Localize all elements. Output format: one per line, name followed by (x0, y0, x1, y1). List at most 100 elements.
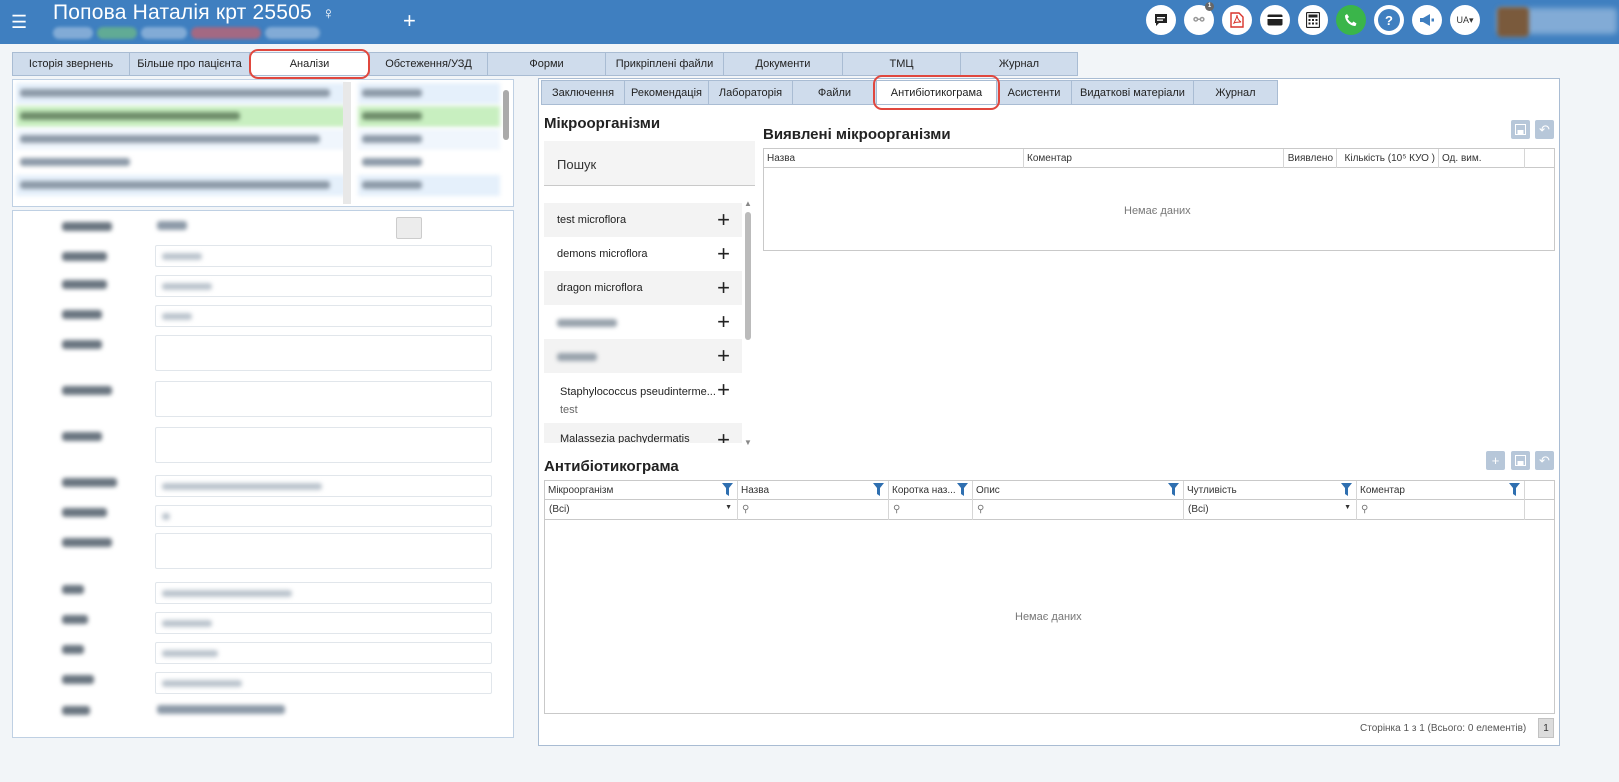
form-field[interactable] (155, 275, 492, 297)
tab-attached-files[interactable]: Прикріплені файли (605, 52, 723, 76)
save-button[interactable] (1511, 451, 1530, 470)
tab-inventory[interactable]: ТМЦ (842, 52, 960, 76)
tab-consumables[interactable]: Видаткові матеріали (1071, 80, 1193, 105)
list-item[interactable] (16, 83, 346, 104)
description-filter-input[interactable]: ⚲ (973, 500, 1184, 520)
name-filter-input[interactable]: ⚲ (738, 500, 889, 520)
tab-conclusion[interactable]: Заключення (541, 80, 624, 105)
notification-icon[interactable]: ⚯ 1 (1184, 2, 1214, 35)
filter-icon[interactable] (957, 483, 968, 496)
column-header[interactable]: Виявлено (1284, 149, 1337, 168)
form-field[interactable] (155, 245, 492, 267)
list-item-date[interactable] (358, 129, 500, 150)
avatar[interactable] (1497, 7, 1529, 37)
list-item[interactable] (16, 175, 346, 196)
print-button[interactable] (396, 217, 422, 239)
filter-icon[interactable] (873, 483, 884, 496)
list-item[interactable]: Malassezia pachydermatis + (544, 423, 742, 443)
list-item[interactable]: Staphylococcus pseudinterme... test + (544, 373, 742, 423)
list-item[interactable] (16, 129, 346, 150)
sensitivity-filter-select[interactable]: (Всі) ▼ (1184, 500, 1357, 520)
form-textarea[interactable] (155, 427, 492, 463)
column-header[interactable]: Коментар (1024, 149, 1284, 168)
form-field[interactable] (155, 505, 492, 527)
column-header[interactable]: Од. вим. (1439, 149, 1525, 168)
tab-journal[interactable]: Журнал (960, 52, 1078, 76)
list-item-date[interactable] (358, 106, 500, 127)
chat-icon[interactable] (1146, 5, 1176, 35)
column-header[interactable]: Опис (973, 481, 1184, 500)
add-icon[interactable]: + (717, 343, 730, 369)
tab-recommendation[interactable]: Рекомендація (624, 80, 708, 105)
form-field[interactable] (155, 582, 492, 604)
comment-filter-input[interactable]: ⚲ (1357, 500, 1525, 520)
scrollbar[interactable] (745, 212, 751, 340)
tab-assistants[interactable]: Асистенти (996, 80, 1071, 105)
form-field[interactable] (155, 672, 492, 694)
search-input[interactable]: Пошук (544, 141, 755, 186)
column-header[interactable]: Кількість (10⁵ КУО ) (1337, 149, 1439, 168)
add-icon[interactable]: + (717, 241, 730, 267)
form-textarea[interactable] (155, 533, 492, 569)
tab-antibiogram[interactable]: Антибіотикограма (876, 80, 996, 105)
scroll-up-icon[interactable]: ▲ (744, 199, 752, 208)
save-button[interactable] (1511, 120, 1530, 139)
scrollbar[interactable] (503, 90, 509, 140)
undo-button[interactable]: ↶ (1535, 120, 1554, 139)
filter-icon[interactable] (1341, 483, 1352, 496)
help-icon[interactable]: ? (1374, 5, 1404, 35)
tab-documents[interactable]: Документи (723, 52, 842, 76)
card-icon[interactable] (1260, 5, 1290, 35)
list-item-date[interactable] (358, 83, 500, 104)
filter-icon[interactable] (722, 483, 733, 496)
form-field[interactable] (155, 305, 492, 327)
tab-forms[interactable]: Форми (487, 52, 605, 76)
add-icon[interactable]: + (717, 377, 730, 403)
column-header[interactable]: Назва (738, 481, 889, 500)
form-textarea[interactable] (155, 335, 492, 371)
tab-patient-more[interactable]: Більше про пацієнта (129, 52, 249, 76)
filter-icon[interactable] (1509, 483, 1520, 496)
add-icon[interactable]: + (717, 427, 730, 443)
tab-examinations[interactable]: Обстеження/УЗД (369, 52, 487, 76)
add-icon[interactable]: + (717, 207, 730, 233)
add-tab-button[interactable]: + (403, 8, 416, 34)
add-icon[interactable]: + (717, 275, 730, 301)
column-header[interactable]: Коментар (1357, 481, 1525, 500)
list-item-date[interactable] (358, 152, 500, 173)
tab-laboratory[interactable]: Лабораторія (708, 80, 792, 105)
column-header[interactable]: Чутливість (1184, 481, 1357, 500)
tab-files[interactable]: Файли (792, 80, 876, 105)
column-header[interactable]: Назва (764, 149, 1024, 168)
list-item[interactable]: dragon microflora + (544, 271, 742, 305)
list-item[interactable] (16, 152, 346, 173)
tab-history[interactable]: Історія звернень (12, 52, 129, 76)
column-header[interactable]: Коротка наз... (889, 481, 973, 500)
language-select[interactable]: UA▾ (1450, 5, 1480, 35)
calculator-icon[interactable] (1298, 5, 1328, 35)
form-field[interactable] (155, 612, 492, 634)
page-button[interactable]: 1 (1538, 718, 1554, 738)
filter-icon[interactable] (1168, 483, 1179, 496)
column-header[interactable]: Мікроорганізм (545, 481, 738, 500)
megaphone-icon[interactable] (1412, 5, 1442, 35)
microorganism-filter-select[interactable]: (Всі) ▼ (545, 500, 738, 520)
list-item[interactable] (16, 106, 346, 127)
add-icon[interactable]: + (717, 309, 730, 335)
phone-icon[interactable] (1336, 5, 1366, 35)
add-button[interactable]: + (1486, 451, 1505, 470)
tab-sub-journal[interactable]: Журнал (1193, 80, 1278, 105)
list-item[interactable]: + (544, 305, 742, 339)
form-textarea[interactable] (155, 381, 492, 417)
tab-analyses[interactable]: Аналізи (249, 52, 369, 76)
list-item[interactable]: demons microflora + (544, 237, 742, 271)
list-item[interactable]: + (544, 339, 742, 373)
pdf-icon[interactable] (1222, 5, 1252, 35)
form-field[interactable] (155, 642, 492, 664)
scrollbar[interactable] (343, 82, 351, 204)
undo-button[interactable]: ↶ (1535, 451, 1554, 470)
scroll-down-icon[interactable]: ▼ (744, 438, 752, 447)
form-field[interactable] (155, 475, 492, 497)
hamburger-icon[interactable]: ☰ (11, 12, 27, 33)
short-name-filter-input[interactable]: ⚲ (889, 500, 973, 520)
